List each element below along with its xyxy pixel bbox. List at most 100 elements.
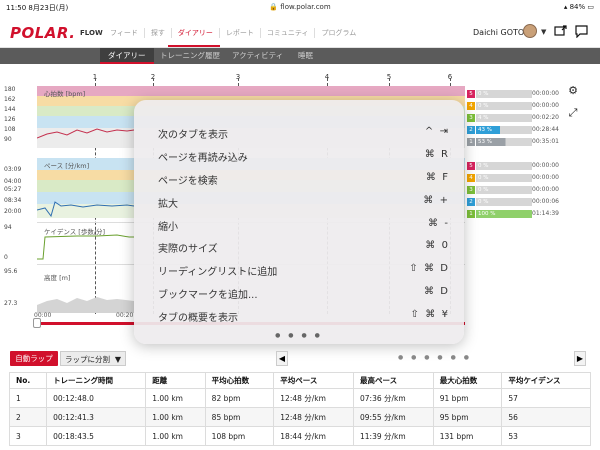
- cadence-tick: 94: [4, 224, 12, 231]
- nav-reports[interactable]: レポート: [218, 28, 260, 38]
- flow-label: FLOW: [80, 29, 103, 37]
- altitude-tick: 95.6: [4, 268, 18, 275]
- laps-table: No. トレーニング時間 距離 平均心拍数 平均ペース 最高ペース 最大心拍数 …: [8, 372, 591, 446]
- menu-item-tab-overview[interactable]: タブの概要を表示 ⇧ ⌘ ¥: [158, 305, 448, 327]
- menu-item-zoom-out[interactable]: 縮小 ⌘ -: [158, 214, 448, 236]
- lap-split-label: ラップに分割: [65, 355, 110, 364]
- zone-swatch: 1: [467, 138, 475, 146]
- avatar[interactable]: [523, 24, 537, 38]
- lap-pager-dots[interactable]: ● ● ● ● ● ●: [398, 354, 472, 361]
- table-cell: 53: [501, 426, 591, 446]
- nav-community[interactable]: コミュニティ: [259, 28, 315, 38]
- zone-swatch: 4: [467, 102, 475, 110]
- lap-split-dropdown[interactable]: ラップに分割 ▼: [60, 351, 126, 366]
- zone-percent: 0 %: [476, 198, 532, 206]
- settings-gear-icon[interactable]: ⚙: [566, 84, 580, 98]
- menu-item-label: ページを検索: [158, 176, 218, 187]
- zone-swatch: 2: [467, 126, 475, 134]
- zone-percent: 53 %: [476, 138, 532, 146]
- table-row[interactable]: 1 00:12:48.0 1.00 km 82 bpm 12:48 分/km 0…: [8, 388, 591, 408]
- table-cell: 3: [8, 426, 48, 446]
- zone-percent: 100 %: [476, 210, 532, 218]
- menu-item-find[interactable]: ページを検索 ⌘ F: [158, 168, 448, 190]
- user-menu-caret-icon[interactable]: ▼: [541, 28, 546, 36]
- zone-swatch: 3: [467, 114, 475, 122]
- menu-item-reading-list[interactable]: リーディングリストに追加 ⇧ ⌘ D: [158, 259, 448, 281]
- pace-tick: 04:00: [4, 178, 22, 185]
- zone-swatch: 4: [467, 174, 475, 182]
- menu-item-label: 拡大: [158, 199, 178, 210]
- col-header: No.: [8, 372, 48, 389]
- zone-percent: 0 %: [476, 162, 532, 170]
- table-cell: 00:12:41.3: [46, 407, 147, 427]
- menu-item-next-tab[interactable]: 次のタブを表示 ^ ⇥: [158, 122, 448, 144]
- zone-percent: 0 %: [476, 90, 532, 98]
- table-row[interactable]: 2 00:12:41.3 1.00 km 85 bpm 12:48 分/km 0…: [8, 407, 591, 427]
- table-cell: 1.00 km: [145, 426, 206, 446]
- timeline-handle[interactable]: [33, 318, 41, 328]
- table-cell: 00:18:43.5: [46, 426, 147, 446]
- menu-item-shortcut: ⌘ F: [425, 172, 448, 183]
- time-label: 00:20: [116, 312, 134, 319]
- zone-percent: 4 %: [476, 114, 532, 122]
- status-bar: 11:50 8月23日(月) 🔒 flow.polar.com ▴ 84% ▭: [0, 0, 600, 14]
- menu-item-shortcut: ⌘ D: [423, 286, 448, 297]
- auto-lap-button[interactable]: 自動ラップ: [10, 351, 58, 366]
- col-header: 最大心拍数: [432, 372, 503, 389]
- col-header: 平均ケイデンス: [501, 372, 591, 389]
- menu-item-reload[interactable]: ページを再読み込み ⌘ R: [158, 145, 448, 167]
- tab-activity[interactable]: アクティビティ: [232, 48, 283, 64]
- menu-item-zoom-in[interactable]: 拡大 ⌘ +: [158, 191, 448, 213]
- zone-time: 00:28:44: [532, 126, 559, 133]
- main-nav-links: フィード 探す ダイアリー レポート コミュニティ プログラム: [104, 28, 362, 38]
- table-cell: 2: [8, 407, 48, 427]
- pace-tick: 08:34: [4, 197, 22, 204]
- zone-swatch: 3: [467, 186, 475, 194]
- active-nav-indicator: [168, 45, 220, 47]
- hr-tick: 126: [4, 116, 16, 123]
- nav-programs[interactable]: プログラム: [314, 28, 362, 38]
- tab-diary[interactable]: ダイアリー: [100, 48, 154, 64]
- table-cell: 09:55 分/km: [353, 407, 434, 427]
- zone-time: 00:35:01: [532, 138, 559, 145]
- url-bar[interactable]: 🔒 flow.polar.com: [0, 3, 600, 11]
- pace-tick: 20:00: [4, 208, 22, 215]
- table-cell: 1.00 km: [145, 407, 206, 427]
- pace-zone-row: 3 0 % 00:00:00: [467, 186, 595, 194]
- col-header: 平均ペース: [273, 372, 355, 389]
- battery-indicator: ▴ 84% ▭: [563, 3, 594, 11]
- dropdown-arrow-icon: ▼: [114, 355, 121, 364]
- expand-icon[interactable]: ⤢: [566, 106, 580, 120]
- message-icon[interactable]: [574, 25, 588, 39]
- menu-page-indicator: ● ● ● ●: [275, 332, 323, 339]
- zone-percent: 0 %: [476, 174, 532, 182]
- pace-zone-row: 1 100 % 01:14:39: [467, 210, 595, 218]
- user-name[interactable]: Daichi GOTO: [473, 28, 524, 37]
- table-cell: 56: [501, 407, 591, 427]
- table-row[interactable]: 3 00:18:43.5 1.00 km 108 bpm 18:44 分/km …: [8, 426, 591, 446]
- menu-item-actual-size[interactable]: 実際のサイズ ⌘ 0: [158, 236, 448, 258]
- keyboard-shortcut-menu: 次のタブを表示 ^ ⇥ ページを再読み込み ⌘ R ページを検索 ⌘ F 拡大 …: [134, 100, 464, 344]
- tab-training-history[interactable]: トレーニング履歴: [160, 48, 220, 64]
- table-cell: 108 bpm: [204, 426, 275, 446]
- nav-explore[interactable]: 探す: [143, 28, 171, 38]
- lap-controls: 自動ラップ ラップに分割 ▼ ◀ ● ● ● ● ● ● ▶: [0, 346, 600, 370]
- zone-percent: 0 %: [476, 102, 532, 110]
- zone-time: 00:00:00: [532, 186, 559, 193]
- menu-item-add-bookmark[interactable]: ブックマークを追加... ⌘ D: [158, 282, 448, 304]
- sub-navigation: ダイアリー トレーニング履歴 アクティビティ 睡眠: [0, 48, 600, 64]
- table-cell: 85 bpm: [204, 407, 275, 427]
- menu-item-label: 次のタブを表示: [158, 130, 228, 141]
- menu-item-shortcut: ⇧ ⌘ ¥: [410, 309, 448, 320]
- zone-percent: 0 %: [476, 186, 532, 194]
- zone-time: 00:00:00: [532, 162, 559, 169]
- sync-icon[interactable]: [553, 25, 567, 39]
- next-arrow-icon[interactable]: ▶: [574, 351, 586, 366]
- nav-diary[interactable]: ダイアリー: [170, 28, 219, 38]
- pace-tick: 05:27: [4, 186, 22, 193]
- prev-arrow-icon[interactable]: ◀: [276, 351, 288, 366]
- nav-feed[interactable]: フィード: [104, 28, 144, 38]
- polar-logo[interactable]: POLAR.: [10, 24, 75, 42]
- zone-swatch: 5: [467, 90, 475, 98]
- tab-sleep[interactable]: 睡眠: [298, 48, 313, 64]
